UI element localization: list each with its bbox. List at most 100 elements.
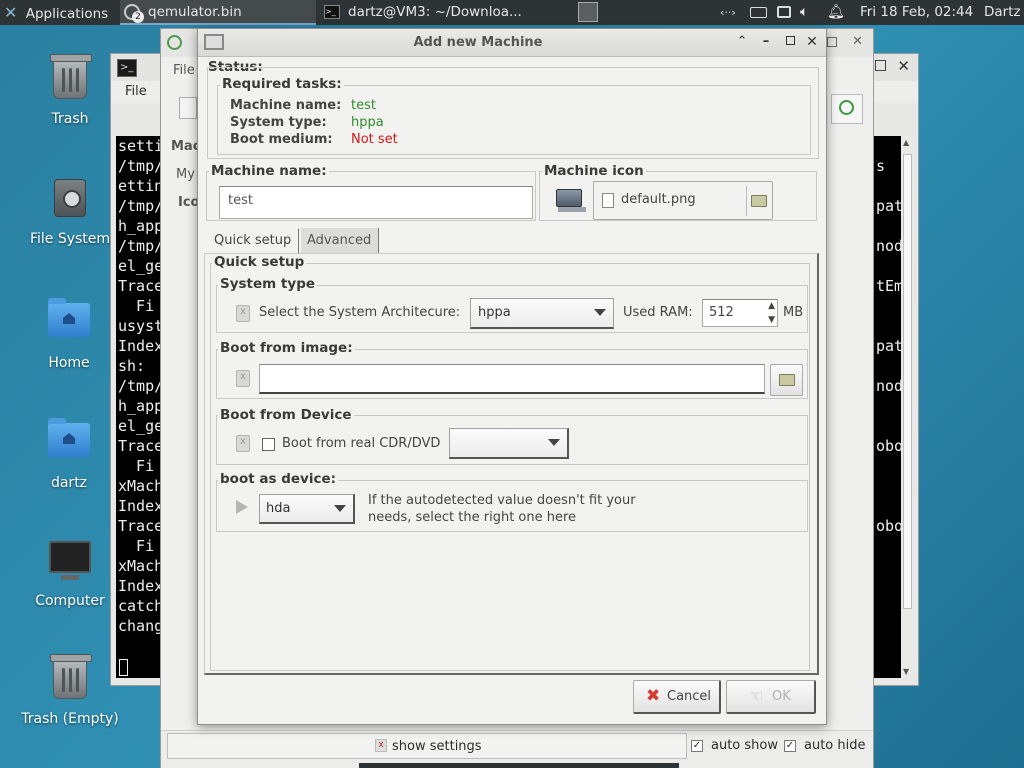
image-icon [236,370,250,387]
machine-icon-label: Machine icon [542,163,646,179]
architecture-label: Select the System Architecure: [259,305,461,320]
computer-icon [48,541,92,587]
minimize-icon[interactable]: – [758,34,774,50]
machines-label: Mac [171,139,201,154]
separator [746,186,747,216]
search-button[interactable] [831,94,863,124]
architecture-value: hppa [478,305,511,320]
cdrom-device-select[interactable] [449,428,569,459]
tab-quick-setup[interactable]: Quick setup [207,228,299,254]
quick-setup-label: Quick setup [212,254,307,270]
user-menu[interactable]: Dartz [984,0,1024,25]
tab-advanced[interactable]: Advanced [301,228,379,254]
qemulator-toolbar-icon[interactable] [179,97,197,119]
boot-as-hint-line1: If the autodetected value doesn't fit yo… [368,493,636,508]
machine-icon-filename: default.png [621,192,696,207]
top-panel: ✕ Applications 2 qemulator.bin >_ dartz@… [0,0,1024,25]
terminal-output: setti /tmp/ ettin /tmp/ h_app /tmp/ el_g… [118,137,164,635]
status-value-boot-medium: Not set [351,132,398,147]
task-terminal[interactable]: >_ dartz@VM3: ~/Downloa... [320,0,530,25]
close-icon[interactable]: ✕ [804,34,820,50]
ram-value: 512 [709,305,734,320]
machine-icon-chooser[interactable]: default.png [593,181,773,220]
auto-show-checkbox[interactable]: ✓ [691,740,703,752]
auto-show-label: auto show [711,738,778,753]
architecture-icon [236,305,250,322]
keyboard-icon[interactable] [748,0,770,25]
notifications-icon[interactable]: 🔔︎ [827,0,847,25]
desktop-icon-label: File System [29,231,111,247]
maximize-icon[interactable] [827,37,837,47]
terminal-task-icon: >_ [324,5,340,19]
dialog-title: Add new Machine [413,35,543,50]
machine-name-value: test [228,193,253,208]
machine-preview-base [558,207,586,212]
ram-unit: MB [783,305,804,320]
spin-up-icon[interactable]: ▲ [768,301,775,311]
show-settings-button[interactable]: x show settings [167,733,687,759]
volume-icon[interactable]: 🔈︎ [800,0,820,25]
keyboard-shape [750,7,767,18]
clock[interactable]: Fri 18 Feb, 02:44 [860,0,978,25]
workspace-switcher[interactable] [575,0,601,25]
applications-menu[interactable]: ✕ Applications [4,0,114,25]
close-icon[interactable]: ✕ [897,57,910,75]
task-qemulator[interactable]: 2 qemulator.bin [120,0,316,25]
file-icon [602,193,614,208]
cancel-button[interactable]: ✖ Cancel [633,680,721,714]
chevron-down-icon [594,309,606,316]
boot-device-label: Boot from Device [218,407,354,423]
display-icon[interactable] [775,0,795,25]
boot-cdr-label: Boot from real CDR/DVD [282,436,441,451]
desktop-icon-label: Trash (Empty) [21,711,119,727]
scroll-down-icon[interactable]: ▼ [903,667,909,676]
desktop-icon-label: Computer [35,593,105,609]
add-machine-dialog[interactable]: Add new Machine ⌃ – ✕ Status: Required t… [197,28,827,725]
boot-image-input[interactable] [259,364,765,394]
scroll-up-icon[interactable]: ▲ [903,138,909,147]
status-key-machine-name: Machine name: [230,98,342,113]
architecture-select[interactable]: hppa [470,298,614,329]
boot-as-label: boot as device: [218,471,339,487]
terminal-menu-file[interactable]: File [125,84,147,99]
machine-name-input[interactable]: test [219,186,533,219]
workspace-icon [578,2,598,22]
status-value-system-type: hppa [351,115,384,130]
close-icon[interactable]: ✕ [852,34,863,49]
open-folder-icon [779,374,795,386]
network-icon[interactable]: ‹··› [720,0,742,25]
auto-hide-label: auto hide [804,738,866,753]
tab-label: Quick setup [214,233,292,248]
required-tasks-label: Required tasks: [220,76,344,92]
maximize-icon[interactable] [875,60,886,71]
terminal-output-right: s pat nod tEm pat nod obo obo [876,157,904,535]
search-icon [839,100,854,115]
ram-spinbutton[interactable]: 512 ▲ ▼ [702,299,778,327]
shade-icon[interactable]: ⌃ [734,34,750,50]
maximize-icon[interactable] [782,34,798,50]
terminal-scrollbar[interactable]: ▲ ▼ [901,136,914,678]
status-key-boot-medium: Boot medium: [230,132,333,147]
tab-label: Advanced [307,233,372,248]
browse-image-button[interactable] [770,364,803,396]
qemulator-menu-file[interactable]: File [173,63,195,78]
ok-icon: ☜ [749,686,764,705]
task-label: qemulator.bin [148,4,242,20]
open-folder-icon[interactable] [751,195,767,207]
terminal-cursor [119,659,128,676]
trash-icon [48,54,92,105]
tab-my[interactable]: My [176,167,195,182]
status-value-machine-name: test [351,98,376,113]
resize-grip[interactable] [359,763,679,768]
boot-cdr-checkbox[interactable] [262,438,275,451]
boot-device-select[interactable]: hda [259,494,355,524]
ok-button[interactable]: ☜ OK [726,680,816,714]
auto-hide-checkbox[interactable]: ✓ [784,740,796,752]
machine-name-label: Machine name: [209,163,329,179]
xfce-logo-icon: ✕ [4,3,18,22]
scroll-thumb[interactable] [903,154,912,609]
spin-down-icon[interactable]: ▼ [768,315,775,325]
dialog-titlebar[interactable]: Add new Machine ⌃ – ✕ [198,29,826,57]
desktop-icon-label: Home [48,355,90,371]
boot-image-label: Boot from image: [218,340,355,356]
